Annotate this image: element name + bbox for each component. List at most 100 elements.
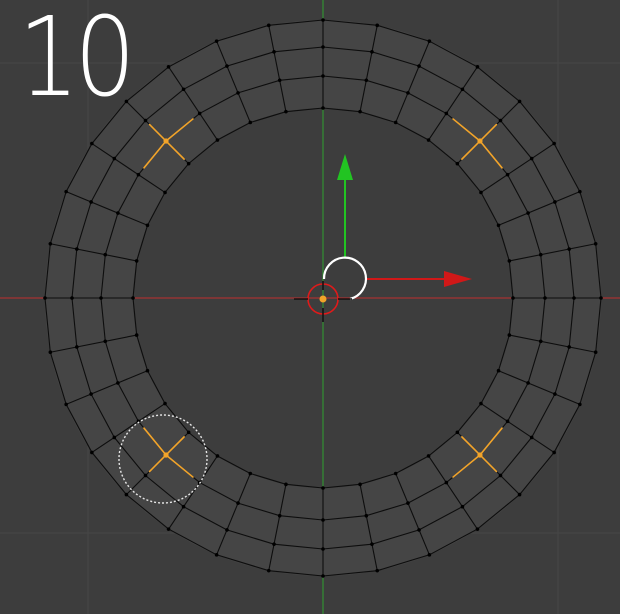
mesh-vertex[interactable] (364, 78, 369, 83)
mesh-vertex[interactable] (124, 99, 129, 104)
mesh-vertex[interactable] (89, 392, 93, 396)
mesh-vertex[interactable] (455, 161, 460, 166)
mesh-vertex[interactable] (427, 39, 432, 43)
mesh-vertex[interactable] (507, 333, 512, 337)
mesh-vertex[interactable] (498, 118, 503, 123)
selected-vertex[interactable] (477, 138, 483, 144)
mesh-vertex[interactable] (64, 402, 68, 407)
mesh-vertex[interactable] (248, 471, 253, 476)
mesh-vertex[interactable] (426, 454, 431, 458)
mesh-vertex[interactable] (393, 120, 398, 125)
mesh-vertex[interactable] (578, 189, 582, 194)
mesh-vertex[interactable] (112, 156, 117, 161)
mesh-vertex[interactable] (103, 252, 108, 257)
mesh-vertex[interactable] (48, 350, 53, 355)
mesh-vertex[interactable] (321, 45, 325, 49)
mesh-vertex[interactable] (131, 296, 135, 300)
mesh-vertex[interactable] (145, 368, 150, 373)
mesh-vertex[interactable] (553, 200, 557, 204)
mesh-vertex[interactable] (134, 259, 139, 263)
mesh-vertex[interactable] (507, 259, 512, 263)
mesh-vertex[interactable] (214, 39, 219, 43)
mesh-vertex[interactable] (266, 23, 271, 28)
mesh-vertex[interactable] (427, 553, 432, 557)
crosshair-icon[interactable] (294, 281, 352, 322)
mesh-vertex[interactable] (277, 78, 282, 83)
mesh-vertex[interactable] (321, 547, 325, 551)
mesh-vertex[interactable] (505, 172, 510, 177)
mesh-vertex[interactable] (552, 450, 556, 455)
mesh-vertex[interactable] (375, 568, 380, 573)
mesh-vertex[interactable] (181, 504, 186, 509)
selected-vertex[interactable] (163, 452, 169, 458)
mesh-vertex[interactable] (321, 518, 325, 522)
mesh-vertex[interactable] (75, 247, 79, 251)
gizmo-y-arrowhead-icon[interactable] (337, 154, 353, 180)
mesh-vertex[interactable] (417, 528, 421, 532)
mesh-vertex[interactable] (186, 430, 191, 435)
mesh-vertex[interactable] (43, 296, 47, 300)
mesh-vertex[interactable] (163, 190, 167, 195)
move-gizmo-icon[interactable] (322, 154, 472, 301)
mesh-vertex[interactable] (364, 513, 369, 518)
mesh-vertex[interactable] (479, 401, 483, 406)
mesh-vertex[interactable] (112, 435, 117, 440)
mesh-vertex[interactable] (526, 211, 530, 215)
mesh-vertex[interactable] (143, 118, 148, 123)
mesh-vertex[interactable] (116, 381, 120, 385)
mesh-vertex[interactable] (284, 109, 288, 114)
mesh-vertex[interactable] (567, 247, 571, 251)
mesh-vertex[interactable] (475, 527, 480, 531)
mesh-vertex[interactable] (538, 252, 543, 257)
mesh-vertex[interactable] (143, 473, 148, 478)
mesh-vertex[interactable] (266, 568, 271, 573)
mesh-vertex[interactable] (215, 138, 220, 142)
mesh-vertex[interactable] (444, 480, 449, 485)
selected-vertex[interactable] (163, 138, 169, 144)
mesh-vertex[interactable] (248, 120, 253, 125)
mesh-vertex[interactable] (89, 200, 93, 204)
mesh-vertex[interactable] (552, 141, 556, 146)
mesh-vertex[interactable] (214, 553, 219, 557)
mesh-vertex[interactable] (277, 513, 282, 518)
mesh-vertex[interactable] (321, 74, 325, 78)
mesh-vertex[interactable] (593, 241, 598, 246)
mesh-vertex[interactable] (358, 109, 362, 114)
mesh-vertex[interactable] (417, 64, 421, 68)
mesh-vertex[interactable] (70, 296, 74, 300)
mesh-vertex[interactable] (599, 296, 603, 300)
mesh-vertex[interactable] (321, 486, 325, 490)
mesh-vertex[interactable] (272, 542, 276, 546)
mesh-vertex[interactable] (215, 454, 220, 458)
mesh-vertex[interactable] (529, 156, 534, 161)
mesh-vertex[interactable] (375, 23, 380, 28)
mesh-vertex[interactable] (526, 381, 530, 385)
mesh-vertex[interactable] (48, 241, 53, 246)
mesh-vertex[interactable] (496, 223, 501, 228)
3d-viewport[interactable]: 10 (0, 0, 620, 614)
mesh-vertex[interactable] (393, 471, 398, 476)
mesh-vertex[interactable] (406, 501, 410, 505)
mesh-vertex[interactable] (496, 368, 501, 373)
mesh-vertex[interactable] (529, 435, 534, 440)
mesh-vertex[interactable] (511, 296, 515, 300)
mesh-vertex[interactable] (505, 419, 510, 424)
mesh-vertex[interactable] (181, 87, 186, 92)
mesh-vertex[interactable] (225, 64, 229, 68)
mesh-vertex[interactable] (186, 161, 191, 166)
mesh-vertex[interactable] (99, 296, 103, 300)
mesh-vertex[interactable] (124, 492, 129, 497)
mesh-vertex[interactable] (593, 350, 598, 355)
mesh-vertex[interactable] (517, 99, 522, 104)
mesh-vertex[interactable] (455, 430, 460, 435)
mesh-vertex[interactable] (321, 18, 325, 22)
mesh-vertex[interactable] (567, 345, 571, 349)
mesh-vertex[interactable] (370, 542, 374, 546)
mesh-vertex[interactable] (517, 492, 522, 497)
mesh-vertex[interactable] (444, 111, 449, 116)
mesh-vertex[interactable] (475, 65, 480, 69)
mesh-vertex[interactable] (163, 401, 167, 406)
mesh-vertex[interactable] (166, 527, 171, 531)
mesh-vertex[interactable] (460, 504, 465, 509)
gizmo-center-handle-icon[interactable] (322, 256, 368, 301)
